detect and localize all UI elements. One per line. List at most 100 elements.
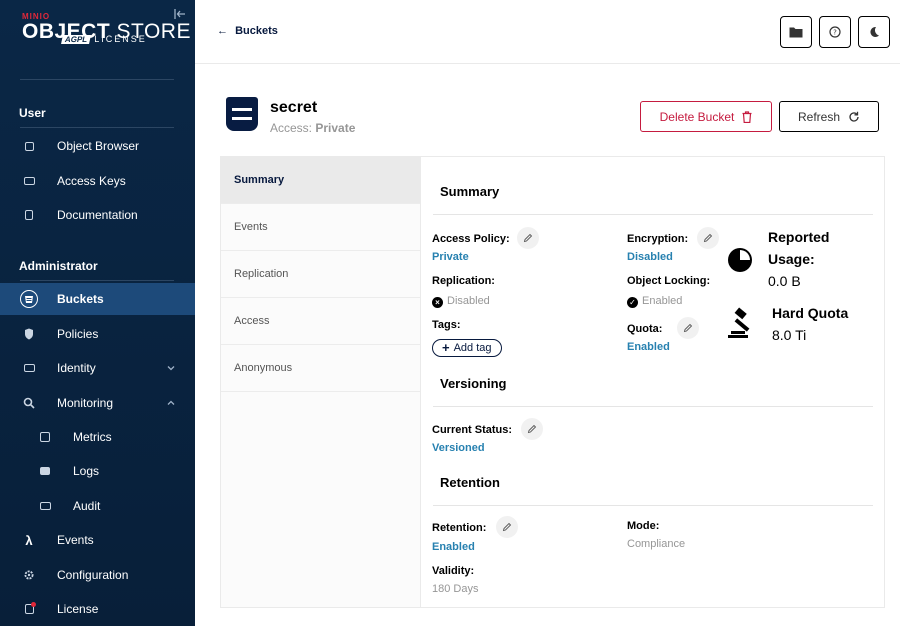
- back-to-buckets-link[interactable]: ← Buckets: [217, 25, 278, 37]
- edit-quota-button[interactable]: [677, 317, 699, 339]
- edit-encryption-button[interactable]: [697, 227, 719, 249]
- hard-quota-label: Hard Quota: [772, 305, 849, 321]
- replication-value: × Disabled: [432, 295, 490, 308]
- retention-title: Retention: [440, 475, 500, 490]
- encryption-value: Disabled: [627, 251, 673, 263]
- sidebar-item-metrics[interactable]: Metrics: [0, 421, 195, 453]
- logo-license: AGPL LICENSE: [61, 34, 147, 44]
- license-icon: [22, 602, 36, 616]
- replication-value-text: Disabled: [447, 295, 490, 307]
- x-circle-icon: ×: [432, 297, 443, 308]
- sidebar-divider: [20, 79, 174, 80]
- sidebar-item-label: Object Browser: [57, 139, 140, 153]
- theme-toggle-button[interactable]: [858, 16, 890, 48]
- folder-button[interactable]: [780, 16, 812, 48]
- license-text: LICENSE: [94, 34, 147, 44]
- back-label: Buckets: [235, 25, 278, 37]
- tab-replication[interactable]: Replication: [221, 251, 420, 298]
- sidebar-item-label: Events: [57, 533, 94, 547]
- sidebar-item-documentation[interactable]: Documentation: [0, 199, 195, 231]
- metrics-icon: [38, 430, 52, 444]
- help-icon: ?: [829, 26, 841, 38]
- quota-value: Enabled: [627, 341, 670, 353]
- access-label: Access:: [270, 121, 313, 135]
- bucket-tabs: Summary Events Replication Access Anonym…: [220, 156, 421, 608]
- delete-bucket-label: Delete Bucket: [659, 109, 735, 124]
- sidebar-item-license[interactable]: License: [0, 593, 195, 625]
- edit-retention-button[interactable]: [496, 516, 518, 538]
- current-status-label: Current Status:: [432, 424, 513, 436]
- agpl-badge: AGPL: [61, 35, 92, 44]
- sidebar-item-audit[interactable]: Audit: [0, 490, 195, 522]
- collapse-sidebar-icon[interactable]: [174, 8, 186, 20]
- validity-value: 180 Days: [432, 583, 479, 595]
- svg-text:?: ?: [833, 29, 837, 37]
- section-divider: [433, 214, 873, 215]
- refresh-label: Refresh: [797, 109, 841, 124]
- buckets-icon: [20, 290, 38, 308]
- plus-icon: +: [442, 340, 450, 355]
- sidebar-item-access-keys[interactable]: Access Keys: [0, 165, 195, 197]
- tab-summary[interactable]: Summary: [221, 157, 420, 204]
- validity-label: Validity:: [432, 565, 475, 577]
- sidebar-item-configuration[interactable]: Configuration: [0, 559, 195, 591]
- object-locking-value: ✓ Enabled: [627, 295, 682, 308]
- audit-icon: [38, 499, 52, 513]
- sidebar-item-label: Identity: [57, 361, 96, 375]
- access-policy-value: Private: [432, 251, 469, 263]
- retention-value: Enabled: [432, 541, 475, 553]
- section-administrator: Administrator: [19, 259, 98, 273]
- tab-events[interactable]: Events: [221, 204, 420, 251]
- edit-access-policy-button[interactable]: [517, 227, 539, 249]
- trash-icon: [742, 110, 752, 123]
- reported-usage-value: 0.0 B: [768, 273, 801, 289]
- policies-icon: [22, 327, 36, 341]
- tags-label: Tags:: [432, 319, 461, 331]
- mode-label: Mode:: [627, 520, 660, 532]
- arrow-left-icon: ←: [217, 25, 228, 37]
- refresh-icon: [849, 111, 859, 122]
- chevron-up-icon[interactable]: [167, 398, 175, 408]
- lambda-icon: λ: [25, 532, 33, 548]
- pencil-icon: [523, 233, 533, 243]
- documentation-icon: [22, 208, 36, 222]
- object-browser-icon: [22, 139, 36, 153]
- sidebar-item-label: Buckets: [57, 292, 104, 306]
- sidebar-item-object-browser[interactable]: Object Browser: [0, 130, 195, 162]
- object-locking-value-text: Enabled: [642, 295, 683, 307]
- gavel-icon: [726, 307, 758, 346]
- moon-icon: [870, 26, 879, 37]
- tab-anonymous[interactable]: Anonymous: [221, 345, 420, 392]
- summary-panel: Summary Access Policy: Private Replicati…: [421, 156, 885, 608]
- logs-icon: [38, 464, 52, 478]
- edit-versioning-button[interactable]: [521, 418, 543, 440]
- pencil-icon: [703, 233, 713, 243]
- check-circle-icon: ✓: [627, 297, 638, 308]
- access-value: Private: [315, 121, 356, 135]
- sidebar-item-events[interactable]: λ Events: [0, 524, 195, 556]
- delete-bucket-button[interactable]: Delete Bucket: [640, 101, 772, 132]
- encryption-label: Encryption:: [627, 233, 689, 245]
- chevron-down-icon[interactable]: [167, 363, 175, 373]
- pencil-icon: [502, 522, 512, 532]
- sidebar-item-monitoring[interactable]: Monitoring: [0, 387, 195, 419]
- tab-access[interactable]: Access: [221, 298, 420, 345]
- pencil-icon: [683, 323, 693, 333]
- sidebar-item-buckets[interactable]: Buckets: [0, 283, 195, 315]
- sidebar-item-label: Audit: [73, 499, 101, 513]
- add-tag-button[interactable]: + Add tag: [432, 339, 502, 357]
- sidebar-item-label: Policies: [57, 327, 99, 341]
- sidebar: MINIO OBJECT STORE AGPL LICENSE User Obje…: [0, 0, 195, 626]
- sidebar-item-label: License: [57, 602, 99, 616]
- refresh-button[interactable]: Refresh: [779, 101, 879, 132]
- bucket-name: secret: [270, 99, 318, 116]
- section-divider: [433, 505, 873, 506]
- help-button[interactable]: ?: [819, 16, 851, 48]
- object-locking-label: Object Locking:: [627, 275, 711, 287]
- hard-quota-value: 8.0 Ti: [772, 327, 807, 343]
- sidebar-item-label: Metrics: [73, 430, 112, 444]
- sidebar-item-logs[interactable]: Logs: [0, 455, 195, 487]
- monitoring-icon: [22, 396, 36, 410]
- sidebar-item-policies[interactable]: Policies: [0, 318, 195, 350]
- sidebar-item-identity[interactable]: Identity: [0, 352, 195, 384]
